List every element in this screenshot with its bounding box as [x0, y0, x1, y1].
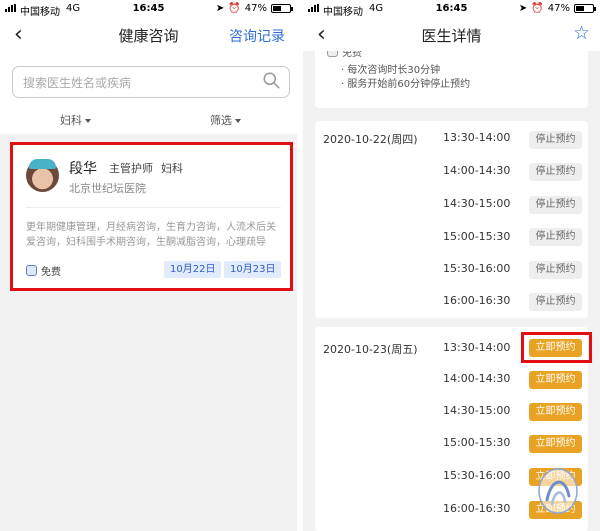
- nav-bar: ‹ 医生详情 ☆: [303, 18, 600, 51]
- slot-time: 16:00-16:30: [443, 294, 511, 307]
- slot-time: 15:30-16:00: [443, 262, 511, 275]
- alarm-icon: ⏰: [228, 3, 241, 14]
- fee-label: 免费: [26, 263, 61, 278]
- alarm-icon: ⏰: [531, 3, 544, 14]
- schedule-date: 2020-10-22(周四): [323, 133, 418, 146]
- page-title: 医生详情: [421, 27, 482, 45]
- stop-booking-button[interactable]: 停止预约: [529, 228, 582, 246]
- nav-bar: ‹ 健康咨询 咨询记录: [0, 18, 297, 51]
- duration-note: · 每次咨询时长30分钟: [341, 65, 441, 76]
- battery-icon: [574, 4, 596, 13]
- fee-text: 免费: [41, 267, 61, 278]
- favorite-star-icon[interactable]: ☆: [573, 22, 590, 44]
- doctor-name: 段华: [69, 161, 97, 177]
- doctor-department: 妇科: [161, 162, 183, 175]
- search-icon[interactable]: [263, 72, 280, 89]
- doctor-hospital: 北京世纪坛医院: [69, 182, 146, 195]
- slot-time: 16:00-16:30: [443, 502, 511, 515]
- doctor-title: 主管护师: [109, 162, 153, 175]
- status-bar: 中国移动 4G 16:45 ➤ ⏰ 47%: [0, 0, 297, 18]
- caret-down-icon: [85, 119, 91, 123]
- caret-down-icon: [235, 119, 241, 123]
- doctor-specialty: 更年期健康管理，月经病咨询，生育力咨询，人流术后关爱咨询，妇科围手术期咨询，生酮…: [26, 222, 276, 248]
- search-placeholder: 搜索医生姓名或疾病: [23, 76, 132, 90]
- search-input[interactable]: 搜索医生姓名或疾病: [12, 66, 290, 98]
- book-now-button[interactable]: 立即预约: [529, 339, 582, 357]
- status-bar: 中国移动 4G 16:45 ➤ ⏰ 47%: [303, 0, 600, 18]
- book-now-button[interactable]: 立即预约: [529, 403, 582, 421]
- book-now-button[interactable]: 立即预约: [529, 435, 582, 453]
- department-filter[interactable]: 妇科: [60, 112, 91, 128]
- department-filter-label: 妇科: [60, 114, 82, 127]
- location-icon: ➤: [215, 3, 225, 14]
- watermark-logo-icon: [538, 468, 578, 514]
- book-now-button[interactable]: 立即预约: [529, 371, 582, 389]
- slot-time: 15:00-15:30: [443, 230, 511, 243]
- stop-booking-button[interactable]: 停止预约: [529, 163, 582, 181]
- stop-booking-button[interactable]: 停止预约: [529, 261, 582, 279]
- slot-time: 14:00-14:30: [443, 164, 511, 177]
- date-tag[interactable]: 10月23日: [224, 261, 282, 278]
- schedule-date: 2020-10-23(周五): [323, 343, 418, 356]
- consultation-history-link[interactable]: 咨询记录: [229, 26, 285, 46]
- consultation-list-screen: 中国移动 4G 16:45 ➤ ⏰ 47% ‹ 健康咨询 咨询记录 搜索医生姓名…: [0, 0, 297, 531]
- screen-filter-label: 筛选: [210, 114, 232, 127]
- slot-time: 13:30-14:00: [443, 131, 511, 144]
- slot-time: 15:00-15:30: [443, 436, 511, 449]
- cutoff-note: · 服务开始前60分钟停止预约: [341, 79, 471, 90]
- doctor-detail-screen: 免费 · 每次咨询时长30分钟 · 服务开始前60分钟停止预约 中国移动 4G …: [303, 0, 600, 531]
- battery-percent: 47%: [244, 3, 267, 14]
- stop-booking-button[interactable]: 停止预约: [529, 131, 582, 149]
- slot-time: 14:30-15:00: [443, 197, 511, 210]
- avatar: [26, 159, 59, 192]
- slot-time: 14:00-14:30: [443, 372, 511, 385]
- divider: [26, 207, 281, 208]
- schedule-day-card: 2020-10-22(周四) 13:30-14:00 停止预约 14:00-14…: [315, 121, 588, 318]
- slot-time: 15:30-16:00: [443, 469, 511, 482]
- location-icon: ➤: [518, 3, 528, 14]
- stop-booking-button[interactable]: 停止预约: [529, 196, 582, 214]
- screen-filter[interactable]: 筛选: [210, 112, 241, 128]
- slot-time: 14:30-15:00: [443, 404, 511, 417]
- battery-icon: [271, 4, 293, 13]
- fee-icon: [26, 265, 37, 276]
- search-section: 搜索医生姓名或疾病: [0, 51, 297, 108]
- stop-booking-button[interactable]: 停止预约: [529, 293, 582, 311]
- doctor-card[interactable]: 段华 主管护师 妇科 北京世纪坛医院 更年期健康管理，月经病咨询，生育力咨询，人…: [10, 142, 293, 291]
- filter-bar: 妇科 筛选: [0, 108, 297, 134]
- battery-percent: 47%: [547, 3, 570, 14]
- date-tag[interactable]: 10月22日: [164, 261, 222, 278]
- slot-time: 13:30-14:00: [443, 341, 511, 354]
